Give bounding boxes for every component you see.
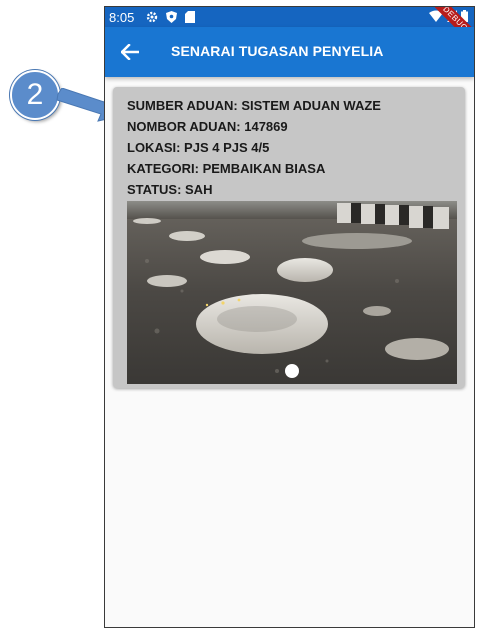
complaint-location: LOKASI: PJS 4 PJS 4/5 xyxy=(127,140,270,155)
back-button[interactable] xyxy=(117,39,143,65)
complaint-source: SUMBER ADUAN: SISTEM ADUAN WAZE xyxy=(127,98,381,113)
status-bar: 8:05 DEBUG xyxy=(105,7,474,48)
carousel-indicator-dot[interactable] xyxy=(285,364,299,378)
complaint-details: SUMBER ADUAN: SISTEM ADUAN WAZE NOMBOR A… xyxy=(127,95,381,200)
sd-card-icon xyxy=(185,11,196,23)
status-time: 8:05 xyxy=(109,9,135,25)
arrow-back-icon xyxy=(121,44,139,60)
shield-icon xyxy=(166,11,178,23)
step-number-badge: 2 xyxy=(10,70,60,120)
complaint-number: NOMBOR ADUAN: 147869 xyxy=(127,119,288,134)
complaint-category: KATEGORI: PEMBAIKAN BIASA xyxy=(127,161,326,176)
complaint-photo[interactable] xyxy=(127,201,457,384)
complaint-status: STATUS: SAH xyxy=(127,182,213,197)
phone-screen: 8:05 DEBUG SENARAI TUGASAN PENYELIA SUMB… xyxy=(104,6,475,628)
complaint-card[interactable]: SUMBER ADUAN: SISTEM ADUAN WAZE NOMBOR A… xyxy=(113,87,465,388)
settings-gear-icon xyxy=(146,11,158,23)
app-bar: SENARAI TUGASAN PENYELIA xyxy=(105,27,474,77)
page-title: SENARAI TUGASAN PENYELIA xyxy=(171,43,384,59)
